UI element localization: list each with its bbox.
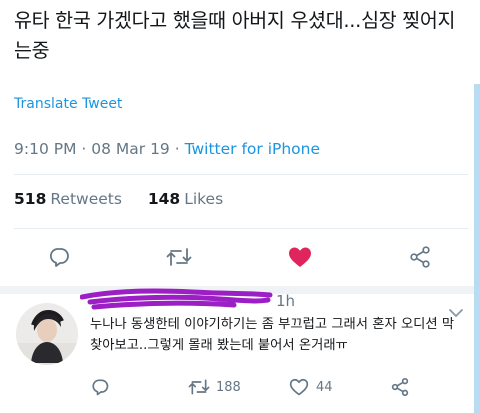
tweet-stats: 518 Retweets 148 Likes xyxy=(14,190,223,208)
tweet-time: 9:10 PM xyxy=(14,140,77,158)
retweets-label: Retweets xyxy=(50,190,122,208)
reply-icon xyxy=(92,379,109,396)
reply-reply-button[interactable] xyxy=(90,376,110,398)
reply-button[interactable] xyxy=(45,243,73,271)
retweet-icon xyxy=(166,248,192,266)
tweet-source-link[interactable]: Twitter for iPhone xyxy=(185,140,320,158)
likes-count: 148 xyxy=(147,190,181,208)
reply-retweets-count: 188 xyxy=(216,379,241,395)
redaction-scribble xyxy=(80,288,273,310)
reply-likes-count: 44 xyxy=(316,379,333,395)
reply-share-button[interactable] xyxy=(390,376,410,398)
tweet-meta: 9:10 PM · 08 Mar 19 · Twitter for iPhone xyxy=(14,140,321,158)
heart-icon xyxy=(289,247,311,267)
heart-icon xyxy=(289,378,309,396)
divider xyxy=(14,228,468,229)
share-icon xyxy=(410,246,430,268)
likes-label: Likes xyxy=(184,190,224,208)
likes-stat[interactable]: 148 Likes xyxy=(148,190,223,208)
share-button[interactable] xyxy=(406,243,434,271)
scrollbar[interactable] xyxy=(474,84,480,413)
retweet-icon xyxy=(188,379,210,395)
retweet-button[interactable] xyxy=(165,243,193,271)
reply-text: 누나나 동생한테 이야기하기는 좀 부끄럽고 그래서 혼자 오디션 막 찾아보고… xyxy=(90,317,455,353)
divider xyxy=(14,174,468,175)
retweets-count: 518 xyxy=(14,190,47,208)
translate-tweet-link[interactable]: Translate Tweet xyxy=(14,96,122,112)
tweet-date: 08 Mar 19 xyxy=(91,140,170,158)
reply-like-button[interactable]: 44 xyxy=(288,376,333,398)
share-icon xyxy=(391,378,409,397)
reply-retweet-button[interactable]: 188 xyxy=(188,376,241,398)
like-button[interactable] xyxy=(286,243,314,271)
retweets-stat[interactable]: 518 Retweets xyxy=(14,190,122,208)
avatar[interactable] xyxy=(16,303,78,365)
reply-icon xyxy=(49,248,69,267)
tweet-text: 유타 한국 가겠다고 했을때 아버지 우셨대...심장 찢어지는중 xyxy=(14,9,456,62)
